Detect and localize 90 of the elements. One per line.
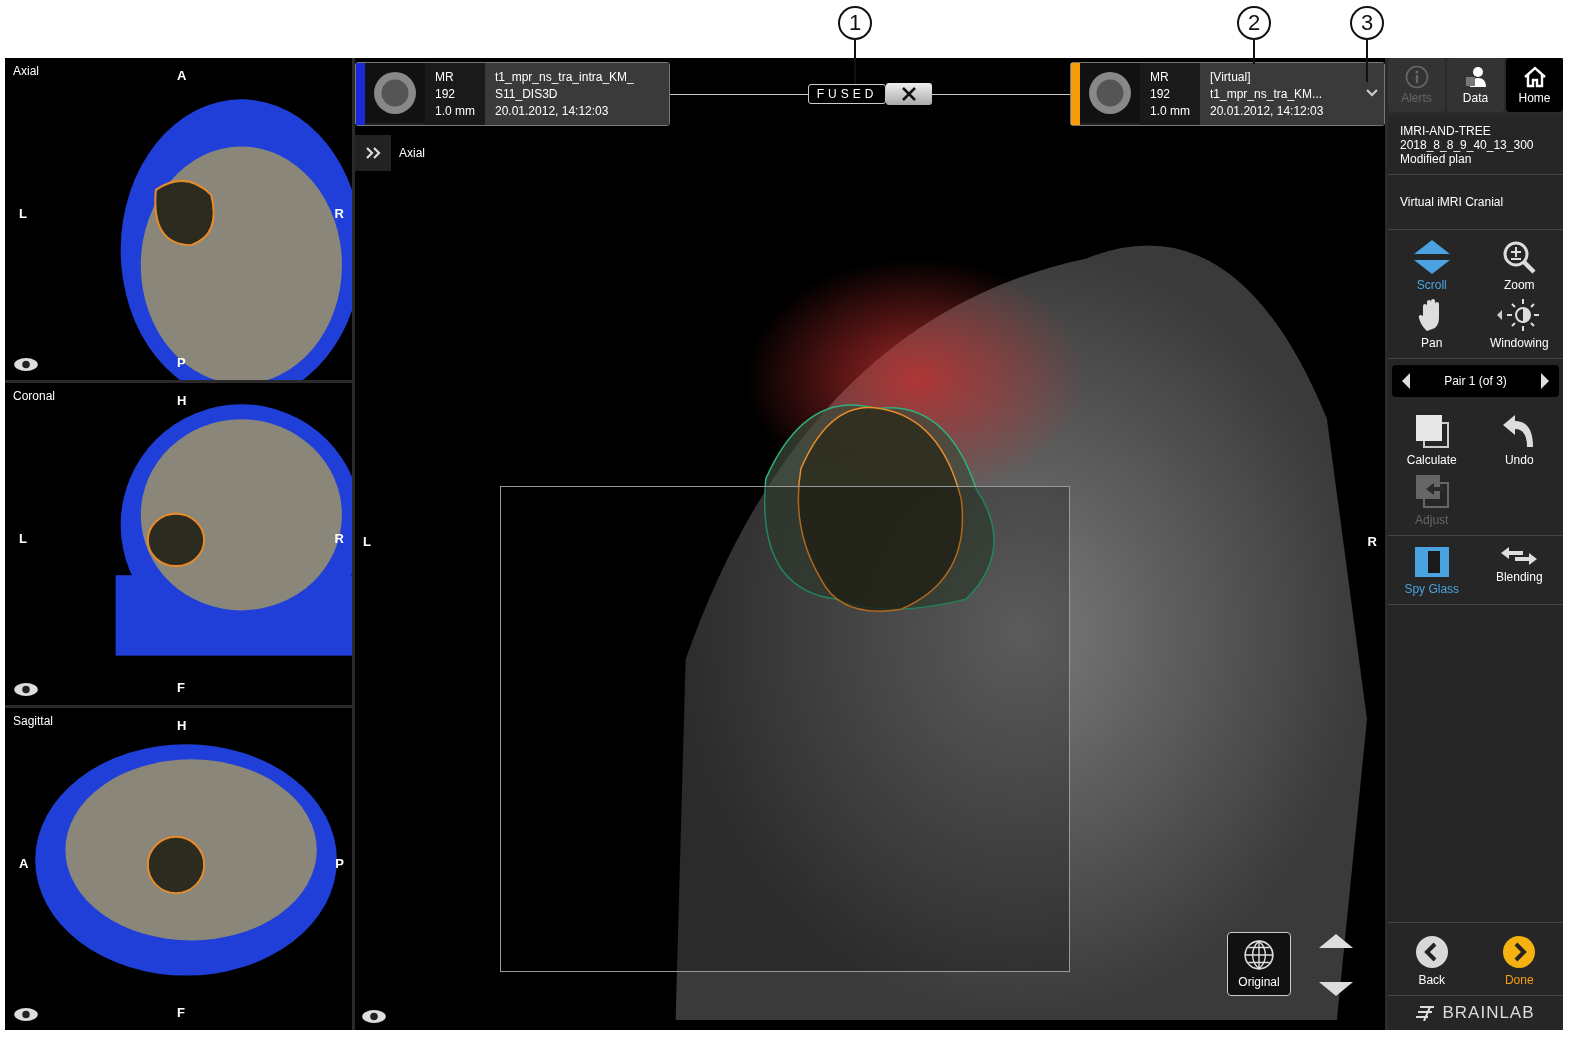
close-icon [902, 87, 917, 101]
left-arrow-icon[interactable] [1402, 373, 1410, 389]
original-button[interactable]: Original [1227, 932, 1291, 996]
scroll-down-icon[interactable] [1319, 982, 1353, 996]
orientation-label: L [19, 206, 27, 221]
callout-number: 1 [838, 6, 872, 40]
fused-label: FUSED [807, 84, 887, 104]
brand-name: BRAINLAB [1442, 1003, 1535, 1023]
slice-count-text: 192 [1150, 87, 1172, 101]
expand-button[interactable] [355, 135, 391, 171]
orientation-label: F [177, 680, 185, 695]
tool-button[interactable]: Zoom [1475, 240, 1563, 292]
double-arrow-icon [1501, 546, 1538, 566]
eye-icon[interactable] [13, 1007, 39, 1022]
tool-button[interactable]: Windowing [1475, 298, 1563, 350]
slice-thickness-text: 1.0 mm [1150, 104, 1190, 118]
info-icon [1404, 65, 1429, 89]
globe-icon [1243, 939, 1275, 971]
orientation-label: L [363, 534, 371, 549]
orientation-label: A [177, 68, 187, 83]
modality-text: MR [1150, 70, 1170, 84]
view-title: Sagittal [13, 714, 54, 728]
spy-glass-icon [1413, 546, 1450, 578]
stacked-squares-icon [1413, 413, 1450, 449]
nav-tab[interactable]: Data [1447, 58, 1504, 112]
spy-glass-frame[interactable] [500, 486, 1070, 972]
modality-text: MR [435, 70, 455, 84]
home-icon [1522, 65, 1547, 89]
scan-thumbnail [365, 63, 425, 123]
pair-selector[interactable]: Pair 1 (of 3) [1392, 365, 1559, 397]
adjust-icon [1413, 473, 1450, 509]
workflow-name: Virtual iMRI Cranial [1400, 195, 1504, 209]
zoom-icon [1502, 240, 1537, 274]
orientation-label: R [334, 531, 344, 546]
orientation-label: P [335, 856, 344, 871]
slice-count-text: 192 [435, 87, 457, 101]
orientation-label: R [1367, 534, 1377, 549]
image-series-card[interactable]: MR 192 1.0 mm [Virtual] t1_mpr_ns_tra_KM... 20.01.2012, 14:12:03 [1070, 62, 1385, 126]
slice-thickness-text: 1.0 mm [435, 104, 475, 118]
view-mode-button[interactable]: Spy Glass [1388, 546, 1476, 596]
view-title: Coronal [13, 389, 56, 403]
eye-icon[interactable] [13, 682, 39, 697]
action-button[interactable]: Undo [1475, 413, 1563, 467]
orientation-label: L [19, 531, 27, 546]
person-icon [1463, 65, 1488, 89]
mri-view-panel[interactable]: Coronal H L R F [5, 383, 352, 705]
tool-button[interactable]: Scroll [1388, 240, 1476, 292]
plan-info-text: 2018_8_8_9_40_13_300 [1400, 138, 1535, 152]
series-name-text: t1_mpr_ns_tra_intra_KM_ [495, 70, 635, 84]
eye-icon[interactable] [13, 357, 39, 372]
right-arrow-icon[interactable] [1541, 373, 1549, 389]
callout-number: 2 [1237, 6, 1271, 40]
runner-logo-icon [1416, 1005, 1437, 1021]
view-mode-button[interactable]: Blending [1475, 546, 1563, 596]
chevron-down-icon[interactable] [1366, 89, 1378, 97]
series-date-text: 20.01.2012, 14:12:03 [495, 104, 610, 118]
image-series-card[interactable]: MR 192 1.0 mm t1_mpr_ns_tra_intra_KM_ S11_DIS3D 20.01.2012, 14:12:03 [355, 62, 670, 126]
scan-thumbnail [1080, 63, 1140, 123]
pair-selector-text: Pair 1 (of 3) [1444, 374, 1507, 388]
view-title: Axial [13, 64, 39, 78]
series-name-text: [Virtual] [1210, 70, 1252, 84]
leader-line [1366, 40, 1368, 82]
series-name-text: S11_DIS3D [495, 87, 559, 101]
view-title: Axial [399, 146, 425, 160]
nav-tab[interactable]: Home [1506, 58, 1563, 112]
back-button[interactable]: Back [1388, 935, 1476, 987]
mri-view-panel[interactable]: Sagittal H A P F [5, 708, 352, 1030]
plan-info-text: Modified plan [1400, 152, 1473, 166]
orientation-label: H [177, 393, 187, 408]
plan-info-text: IMRI-AND-TREE [1400, 124, 1492, 138]
scroll-up-icon[interactable] [1319, 934, 1353, 948]
scroll-icon [1413, 240, 1450, 274]
leader-line [1253, 40, 1255, 64]
series-name-text: t1_mpr_ns_tra_KM... [1210, 87, 1324, 101]
orientation-label: A [19, 856, 29, 871]
orientation-label: H [177, 718, 187, 733]
double-chevron-icon [365, 147, 381, 159]
orientation-label: R [334, 206, 344, 221]
action-button[interactable]: Calculate [1388, 413, 1476, 467]
eye-icon[interactable] [361, 1009, 387, 1024]
done-button[interactable]: Done [1475, 935, 1563, 987]
brightness-icon [1497, 298, 1542, 332]
callout-number: 3 [1350, 6, 1384, 40]
tool-button[interactable]: Pan [1388, 298, 1476, 350]
orientation-label: P [177, 355, 186, 370]
mri-view-panel[interactable]: Axial A L R P [5, 58, 352, 380]
leader-line [854, 40, 856, 84]
close-button[interactable] [886, 83, 933, 105]
orientation-label: F [177, 1005, 185, 1020]
series-date-text: 20.01.2012, 14:12:03 [1210, 104, 1325, 118]
